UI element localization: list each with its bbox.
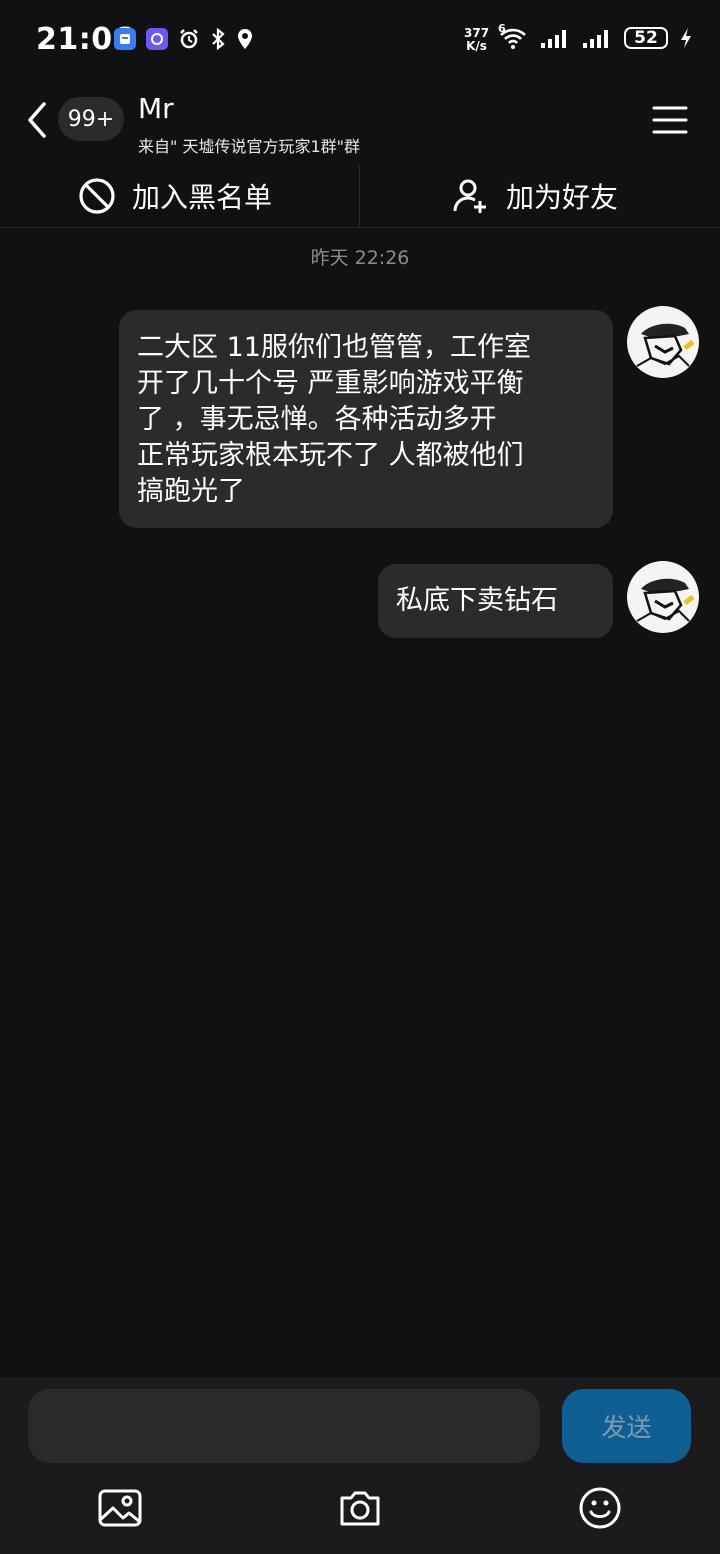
status-system-icons: 6 52 <box>498 22 692 50</box>
signal-icon <box>541 30 566 48</box>
avatar[interactable] <box>627 306 699 378</box>
avatar[interactable] <box>627 561 699 633</box>
emoji-icon <box>579 1487 621 1529</box>
message-line: 搞跑光了 <box>137 476 245 507</box>
battery-indicator: 52 <box>624 27 668 49</box>
action-divider <box>359 165 360 227</box>
message-line: 开了几十个号 严重影响游戏平衡 <box>137 368 524 399</box>
battery-level: 52 <box>634 28 658 48</box>
wifi-icon: 6 <box>498 22 528 50</box>
chat-timestamp: 昨天 22:26 <box>310 247 410 269</box>
network-speed: 377 K/s <box>464 27 489 53</box>
message-bubble[interactable]: 私底下卖钻石 <box>378 564 613 638</box>
message-line: 私底下卖钻石 <box>396 585 558 616</box>
back-chevron-icon <box>28 102 46 138</box>
charging-icon <box>681 28 691 48</box>
message-bubble[interactable]: 二大区 11服你们也管管，工作室 开了几十个号 严重影响游戏平衡 了 ，事无忌惮… <box>119 310 613 528</box>
wifi-generation-label: 6 <box>498 22 506 35</box>
contact-name: Mr <box>138 92 174 125</box>
camera-button[interactable] <box>336 1484 384 1532</box>
app-notification-icon <box>114 28 136 50</box>
back-button[interactable] <box>20 98 60 142</box>
hamburger-menu-icon <box>652 106 688 134</box>
message-line: 二大区 11服你们也管管，工作室 <box>137 332 531 363</box>
camera-icon <box>340 1491 380 1526</box>
bluetooth-icon <box>212 28 225 50</box>
emoji-button[interactable] <box>576 1484 624 1532</box>
add-user-icon <box>453 179 486 213</box>
image-button[interactable] <box>96 1484 144 1532</box>
image-icon <box>98 1489 142 1527</box>
prohibited-icon <box>79 178 115 214</box>
network-speed-unit: K/s <box>466 39 487 53</box>
menu-button[interactable] <box>650 102 690 138</box>
sketch-avatar-icon <box>636 323 695 367</box>
blacklist-label: 加入黑名单 <box>132 181 273 214</box>
tieba-notification-icon <box>146 28 168 50</box>
message-input[interactable] <box>28 1389 540 1463</box>
location-icon <box>238 29 252 49</box>
send-button[interactable]: 发送 <box>562 1389 691 1463</box>
add-friend-label: 加为好友 <box>506 181 619 214</box>
blacklist-button[interactable]: 加入黑名单 <box>78 165 272 227</box>
add-friend-button[interactable]: 加为好友 <box>452 165 618 227</box>
unread-count-badge[interactable]: 99+ <box>58 97 124 141</box>
message-line: 正常玩家根本玩不了 人都被他们 <box>137 440 524 471</box>
sketch-avatar-icon <box>636 578 695 622</box>
signal-icon-2 <box>583 30 608 48</box>
alarm-icon <box>180 29 198 49</box>
status-notification-icons <box>114 28 254 50</box>
contact-source: 来自" 天墟传说官方玩家1群"群 <box>138 137 360 156</box>
contact-actions: 加入黑名单 加为好友 <box>0 165 720 228</box>
status-bar: 21:06 377 K/s 6 52 <box>0 0 720 80</box>
message-line: 了 ，事无忌惮。各种活动多开 <box>137 404 497 435</box>
